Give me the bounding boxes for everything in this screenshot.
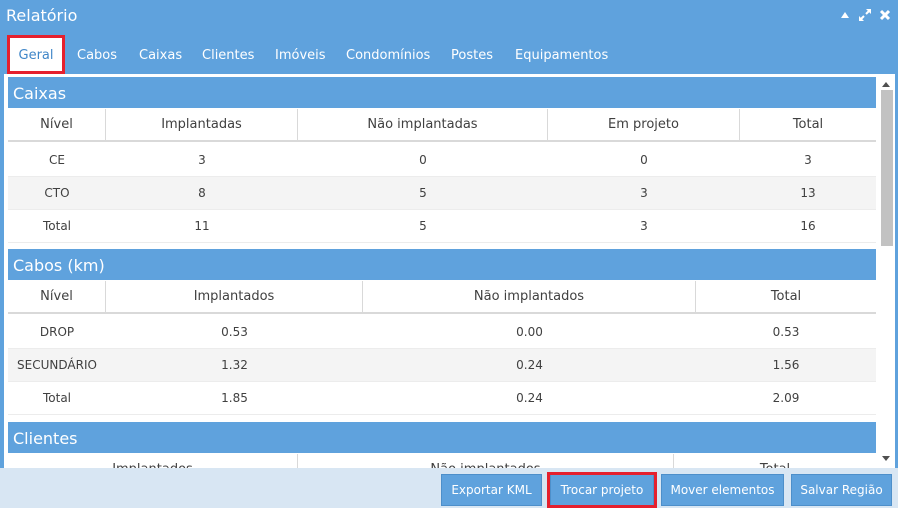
- column-header: Não implantados: [298, 454, 674, 468]
- close-icon[interactable]: [878, 8, 892, 22]
- table-row: DROP 0.53 0.00 0.53: [8, 316, 876, 349]
- table-header-row: Nível Implantados Não implantados Total: [8, 281, 876, 314]
- caixas-section-title: Caixas: [8, 77, 876, 108]
- table-cell: 5: [419, 186, 427, 200]
- table-cell: Total: [42, 391, 72, 405]
- column-header: Total: [792, 117, 824, 132]
- collapse-icon[interactable]: [838, 8, 852, 22]
- table-cell: 3: [804, 153, 812, 167]
- table-cell: DROP: [39, 325, 75, 339]
- table-header-row: Implantados Não implantados Total: [8, 454, 876, 468]
- table-cell: SECUNDÁRIO: [17, 358, 97, 372]
- tab-geral[interactable]: Geral: [10, 36, 62, 74]
- table-cell: 0.53: [772, 325, 800, 339]
- export-kml-button[interactable]: Exportar KML: [441, 474, 542, 506]
- table-row: SECUNDÁRIO 1.32 0.24 1.56: [8, 349, 876, 382]
- table-row: Total 11 5 3 16: [8, 210, 876, 243]
- table-cell: 1.85: [221, 391, 248, 405]
- table-cell: 0.24: [516, 358, 543, 372]
- column-header: Nível: [8, 281, 106, 312]
- title-bar: Relatório: [0, 0, 898, 32]
- tab-condominios[interactable]: Condomínios: [346, 36, 430, 74]
- expand-icon[interactable]: [858, 8, 872, 22]
- tab-bar: Geral Cabos Caixas Clientes Imóveis Cond…: [0, 36, 898, 74]
- table-cell: 8: [198, 186, 206, 200]
- table-cell: 13: [800, 186, 816, 200]
- save-region-button[interactable]: Salvar Região: [791, 474, 892, 506]
- table-cell: 5: [419, 219, 427, 233]
- table-cell: 11: [194, 219, 210, 233]
- column-header: Em projeto: [548, 109, 740, 140]
- table-row: CE 3 0 0 3: [8, 144, 876, 177]
- table-cell: 1.32: [221, 358, 248, 372]
- column-header: Implantados: [8, 454, 298, 468]
- column-header: Não implantadas: [298, 109, 548, 140]
- column-header: Implantadas: [106, 109, 298, 140]
- scroll-down-icon[interactable]: [878, 450, 894, 466]
- tab-caixas[interactable]: Caixas: [139, 36, 182, 74]
- table-cell: 0: [419, 153, 427, 167]
- table-cell: CTO: [44, 186, 70, 200]
- footer-toolbar: Exportar KML Trocar projeto Mover elemen…: [0, 468, 898, 508]
- scrollbar-thumb[interactable]: [881, 90, 893, 246]
- window-tools: [838, 8, 892, 22]
- move-elements-button[interactable]: Mover elementos: [661, 474, 784, 506]
- tab-postes[interactable]: Postes: [451, 36, 493, 74]
- column-header: Total: [674, 454, 876, 468]
- table-row: CTO 8 5 3 13: [8, 177, 876, 210]
- clientes-section-title: Clientes: [8, 422, 876, 453]
- report-content: Caixas Nível Implantadas Não implantadas…: [4, 74, 895, 468]
- report-window: Relatório Geral Cabos Caixas Clientes Im…: [0, 0, 898, 508]
- window-title: Relatório: [6, 6, 78, 25]
- column-header: Não implantados: [363, 281, 696, 312]
- switch-project-button[interactable]: Trocar projeto: [550, 474, 654, 506]
- vertical-scrollbar[interactable]: [878, 74, 894, 468]
- table-row: Total 1.85 0.24 2.09: [8, 382, 876, 415]
- tab-cabos[interactable]: Cabos: [77, 36, 117, 74]
- table-cell: 2.09: [772, 391, 800, 405]
- table-cell: 0.53: [221, 325, 248, 339]
- column-header: Total: [770, 289, 802, 304]
- tab-equipamentos[interactable]: Equipamentos: [515, 36, 608, 74]
- column-header: Nível: [8, 109, 106, 140]
- tab-clientes[interactable]: Clientes: [202, 36, 254, 74]
- table-cell: 16: [800, 219, 816, 233]
- tab-imoveis[interactable]: Imóveis: [275, 36, 326, 74]
- table-cell: Total: [42, 219, 72, 233]
- table-header-row: Nível Implantadas Não implantadas Em pro…: [8, 109, 876, 142]
- table-cell: 3: [640, 186, 648, 200]
- table-cell: 0.24: [516, 391, 543, 405]
- table-cell: 1.56: [772, 358, 800, 372]
- table-cell: 3: [640, 219, 648, 233]
- table-cell: CE: [49, 153, 65, 167]
- table-cell: 3: [198, 153, 206, 167]
- cabos-section-title: Cabos (km): [8, 249, 876, 280]
- table-cell: 0.00: [516, 325, 543, 339]
- table-cell: 0: [640, 153, 648, 167]
- column-header: Implantados: [106, 281, 363, 312]
